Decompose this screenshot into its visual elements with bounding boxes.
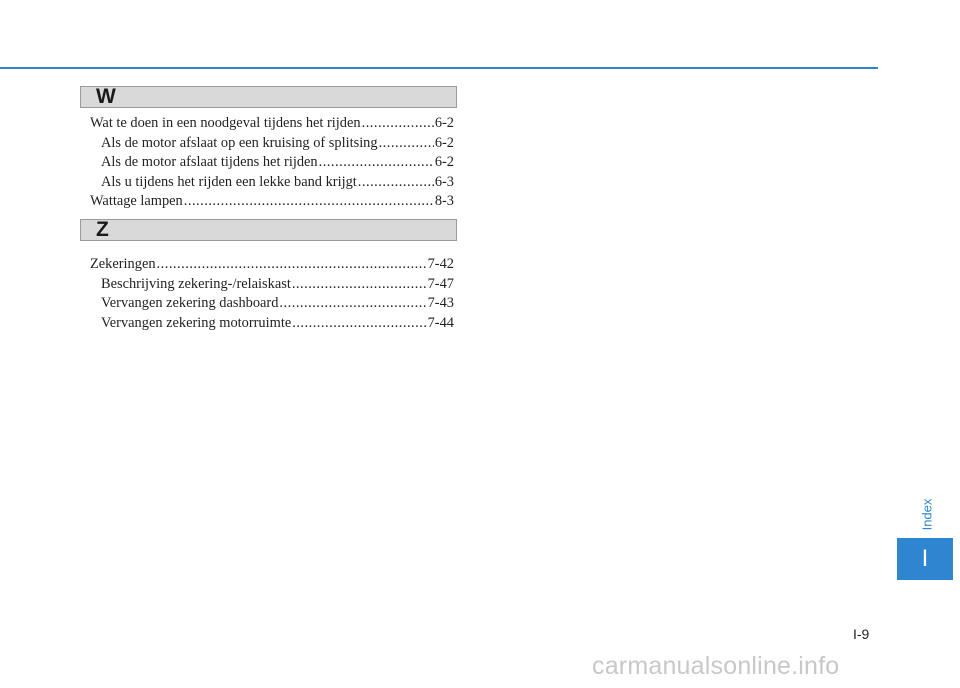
entry-page-ref[interactable]: 7-42 [428, 255, 454, 275]
entry-page-ref[interactable]: 6-2 [435, 153, 454, 173]
entry-label: Vervangen zekering motorruimte [101, 314, 292, 331]
index-entry[interactable]: Wat te doen in een noodgeval tijdens het… [90, 114, 454, 134]
entry-page-ref[interactable]: 7-44 [428, 314, 454, 334]
entry-label: Wattage lampen [90, 193, 183, 209]
dot-leader: ........................................… [183, 193, 434, 209]
entry-page-ref[interactable]: 6-3 [435, 173, 454, 193]
index-entry[interactable]: Als u tijdens het rijden een lekke band … [90, 173, 454, 193]
dot-leader: ........................................… [318, 154, 434, 170]
entry-page-ref[interactable]: 6-2 [435, 114, 454, 134]
entry-page-ref[interactable]: 7-47 [428, 275, 454, 295]
entry-label: Als de motor afslaat op een kruising of … [101, 134, 378, 151]
entry-page-ref[interactable]: 6-2 [435, 134, 454, 154]
entry-label: Wat te doen in een noodgeval tijdens het… [90, 115, 361, 131]
dot-leader: ........................................… [361, 115, 434, 131]
index-entry[interactable]: Als de motor afslaat tijdens het rijden.… [90, 153, 454, 173]
section-letter: W [96, 85, 116, 108]
index-entry[interactable]: Vervangen zekering dashboard ...........… [90, 294, 454, 314]
side-tab-letter: I [921, 545, 929, 572]
watermark: carmanualsonline.info [592, 652, 840, 680]
side-tab-label: Index [919, 498, 935, 530]
dot-leader: ........................................… [279, 295, 427, 311]
side-tab[interactable]: I [897, 538, 953, 580]
section-letter: Z [96, 218, 109, 241]
entry-label: Als u tijdens het rijden een lekke band … [101, 173, 357, 190]
dot-leader: ........................................… [292, 314, 426, 331]
entry-label: Zekeringen [90, 256, 156, 272]
entry-page-ref[interactable]: 8-3 [435, 192, 454, 212]
dot-leader: ........................................… [357, 173, 434, 190]
entry-page-ref[interactable]: 7-43 [428, 294, 454, 314]
header-rule [0, 67, 878, 69]
entry-label: Als de motor afslaat tijdens het rijden [101, 154, 318, 170]
index-entry[interactable]: Zekeringen .............................… [90, 255, 454, 275]
index-entry[interactable]: Beschrijving zekering-/relaiskast.......… [90, 275, 454, 295]
section-header-z: Z [80, 218, 457, 241]
dot-leader: ........................................… [291, 275, 427, 292]
dot-leader: ........................................… [156, 256, 427, 272]
dot-leader: ........................................… [378, 134, 434, 151]
index-entries-w: Wat te doen in een noodgeval tijdens het… [90, 114, 454, 212]
index-entries-z: Zekeringen .............................… [90, 255, 454, 333]
section-header-w: W [80, 85, 457, 108]
entry-label: Vervangen zekering dashboard [101, 295, 279, 311]
index-entry[interactable]: Als de motor afslaat op een kruising of … [90, 134, 454, 154]
index-entry[interactable]: Vervangen zekering motorruimte .........… [90, 314, 454, 334]
page-number: I-9 [853, 626, 870, 642]
index-entry[interactable]: Wattage lampen .........................… [90, 192, 454, 212]
entry-label: Beschrijving zekering-/relaiskast [101, 275, 291, 292]
